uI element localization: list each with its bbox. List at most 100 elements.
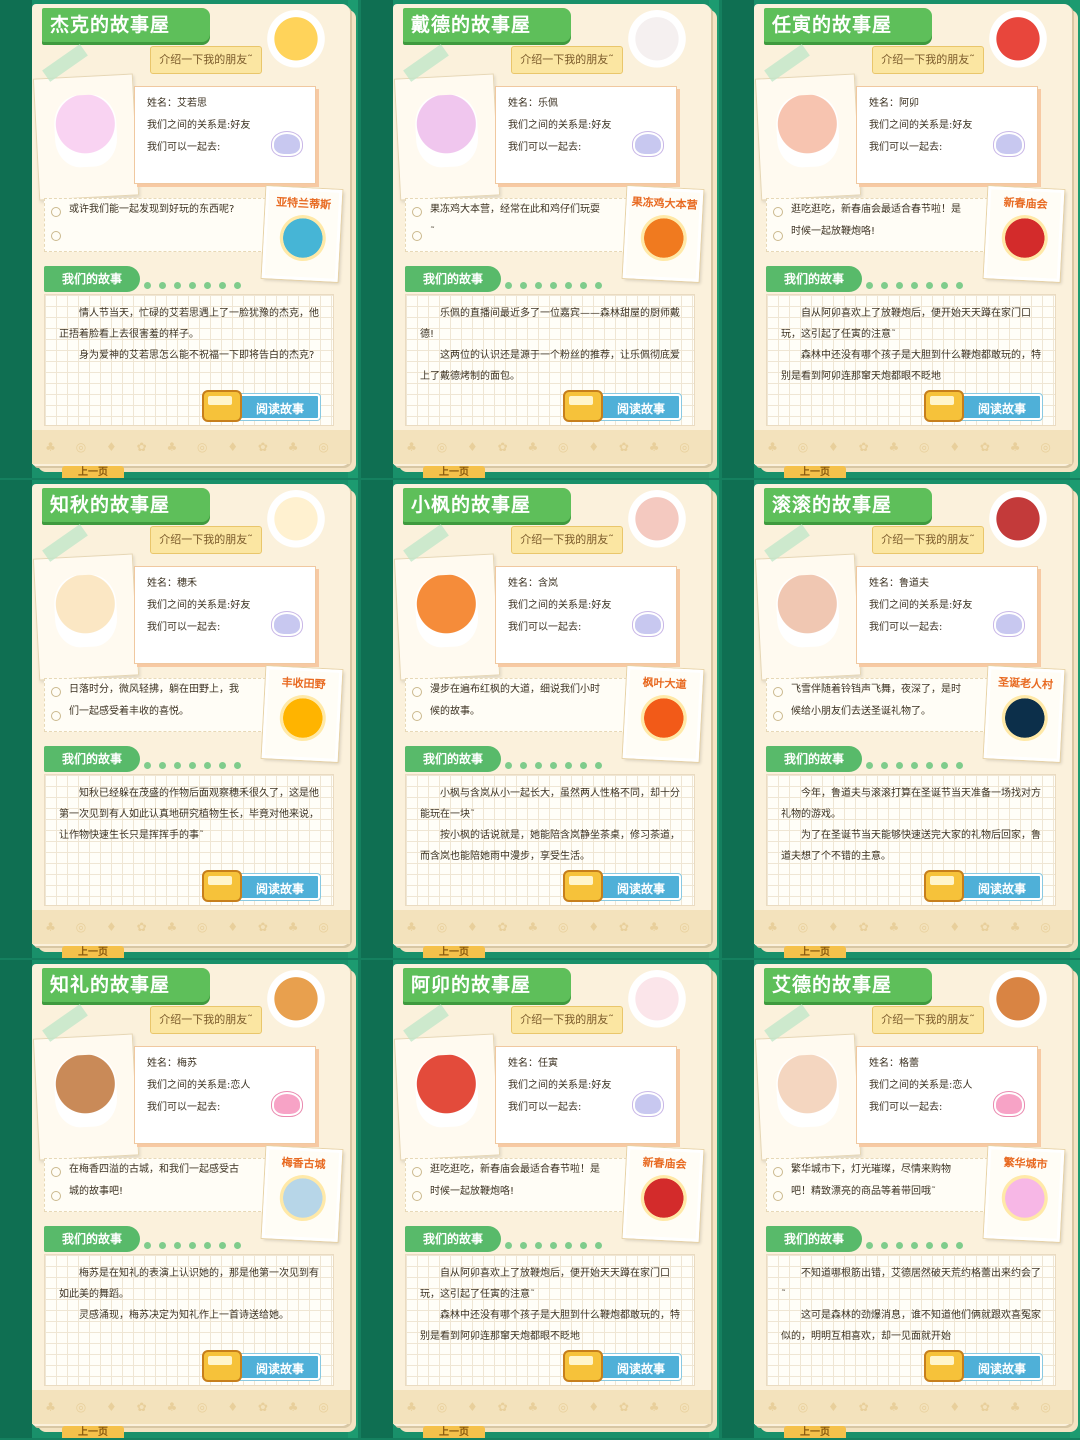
place-name: 圣诞老人村 xyxy=(997,675,1054,692)
read-story-button[interactable]: 阅读故事 xyxy=(924,390,1042,422)
story-house-card: 戴德的故事屋 介绍一下我的朋友˜ 姓名：乐佩 我们之间的关系是:好友 我们可以一… xyxy=(361,0,719,478)
story-house-card: 知秋的故事屋 介绍一下我的朋友˜ 姓名：穗禾 我们之间的关系是:好友 我们可以一… xyxy=(0,480,358,958)
read-story-button[interactable]: 阅读故事 xyxy=(202,390,320,422)
place-card[interactable]: 梅香古城 xyxy=(261,1146,343,1242)
story-paper: 杰克的故事屋 介绍一下我的朋友˜ 姓名：艾若思 我们之间的关系是:好友 我们可以… xyxy=(32,4,350,466)
read-story-label: 阅读故事 xyxy=(616,402,665,416)
read-story-button[interactable]: 阅读故事 xyxy=(563,390,681,422)
friend-name: 姓名：梅苏 xyxy=(147,1058,197,1069)
friend-icon xyxy=(994,612,1024,636)
prev-page-button[interactable]: 上一页 xyxy=(784,466,846,478)
dots-decoration xyxy=(505,274,633,289)
place-name: 亚特兰蒂斯 xyxy=(275,195,332,212)
place-name: 果冻鸡大本营 xyxy=(631,195,698,212)
note-holes xyxy=(412,1167,422,1207)
unicorn-icon xyxy=(52,93,119,169)
place-card[interactable]: 新春庙会 xyxy=(983,186,1065,282)
our-story-label: 我们的故事 xyxy=(44,746,140,772)
note-holes xyxy=(51,207,61,247)
place-card[interactable]: 新春庙会 xyxy=(622,1146,704,1242)
place-card[interactable]: 果冻鸡大本营 xyxy=(622,186,704,282)
fawn-icon xyxy=(52,1053,119,1129)
prev-page-button[interactable]: 上一页 xyxy=(62,466,124,478)
dress-icon xyxy=(1000,1173,1049,1223)
love-icon xyxy=(272,1092,302,1116)
read-story-button[interactable]: 阅读故事 xyxy=(563,870,681,902)
story-paragraph: 这可是森林的劲爆消息，谁不知道他们俩就跟欢喜冤家似的，明明互相喜欢，却一见面就开… xyxy=(781,1310,1041,1342)
our-story-label: 我们的故事 xyxy=(405,266,501,292)
place-card[interactable]: 繁华城市 xyxy=(983,1146,1065,1242)
read-story-label: 阅读故事 xyxy=(616,1362,665,1376)
story-house-card: 知礼的故事屋 介绍一下我的朋友˜ 姓名：梅苏 我们之间的关系是:恋人 我们可以一… xyxy=(0,960,358,1438)
place-note: 在梅香四溢的古城，和我们一起感受古城的故事吧! xyxy=(44,1158,276,1212)
story-paragraph: 森林中还没有哪个孩子是大胆到什么鞭炮都敢玩的，特别是看到阿卯连那窜天炮都眼不眨地 xyxy=(781,350,1041,382)
story-house-title: 杰克的故事屋 xyxy=(42,8,211,42)
story-paragraph: 乐佩的直播间最近多了一位嘉宾——森林甜屋的厨师戴德! xyxy=(420,308,680,340)
story-text: 小枫与含岚从小一起长大，虽然两人性格不同，却十分能玩在一块˜ 按小枫的话说就是，她… xyxy=(420,783,682,867)
story-paragraph: 自从阿卯喜欢上了放鞭炮后，便开始天天蹲在家门口玩，这引起了任寅的注意˜ xyxy=(781,308,1031,340)
dots-decoration xyxy=(144,1234,272,1249)
read-story-button[interactable]: 阅读故事 xyxy=(202,870,320,902)
dots-decoration xyxy=(866,754,994,769)
read-story-button[interactable]: 阅读故事 xyxy=(924,1350,1042,1382)
sheep-icon xyxy=(264,490,328,554)
place-note: 日落时分，微风轻拂，躺在田野上，我们一起感受着丰收的喜悦。 xyxy=(44,678,276,732)
story-text: 不知道哪根筋出错，艾德居然破天荒约格蕾出来约会了˜ 这可是森林的劲爆消息，谁不知道… xyxy=(781,1263,1043,1347)
story-paper: 知秋的故事屋 介绍一下我的朋友˜ 姓名：穗禾 我们之间的关系是:好友 我们可以一… xyxy=(32,484,350,946)
intro-tab: 介绍一下我的朋友˜ xyxy=(511,46,623,74)
friend-portrait xyxy=(393,1033,501,1161)
story-paragraph: 知秋已经躲在茂盛的作物后面观察穗禾很久了，这是他第一次见到有人如此认真地研究植物… xyxy=(59,788,319,841)
friend-portrait xyxy=(393,73,501,201)
book-spine xyxy=(722,480,754,958)
read-story-button[interactable]: 阅读故事 xyxy=(563,1350,681,1382)
story-house-title: 戴德的故事屋 xyxy=(403,8,572,42)
story-text: 今年，鲁道夫与滚滚打算在圣诞节当天准备一场找对方礼物的游戏。 为了在圣诞节当天能够… xyxy=(781,783,1043,867)
deer-icon xyxy=(52,573,119,649)
relation-text: 我们之间的关系是:好友 xyxy=(147,600,251,611)
our-story-label: 我们的故事 xyxy=(405,1226,501,1252)
story-paper: 滚滚的故事屋 介绍一下我的朋友˜ 姓名：鲁道夫 我们之间的关系是:好友 我们可以… xyxy=(754,484,1072,946)
book-spine xyxy=(722,960,754,1438)
read-story-button[interactable]: 阅读故事 xyxy=(924,870,1042,902)
prev-page-button[interactable]: 上一页 xyxy=(62,1426,124,1438)
place-card[interactable]: 枫叶大道 xyxy=(622,666,704,762)
place-name: 枫叶大道 xyxy=(642,675,687,692)
prev-page-button[interactable]: 上一页 xyxy=(62,946,124,958)
prev-page-button[interactable]: 上一页 xyxy=(423,466,485,478)
story-house-card: 小枫的故事屋 介绍一下我的朋友˜ 姓名：含岚 我们之间的关系是:好友 我们可以一… xyxy=(361,480,719,958)
place-card[interactable]: 丰收田野 xyxy=(261,666,343,762)
squirrel-icon xyxy=(413,573,480,649)
place-card[interactable]: 亚特兰蒂斯 xyxy=(261,186,343,282)
intro-tab: 介绍一下我的朋友˜ xyxy=(511,526,623,554)
read-story-button[interactable]: 阅读故事 xyxy=(202,1350,320,1382)
footer-pattern: ♣ ◎ ♦ ✿ ♣ ◎ ♦ ✿ ♣ ◎ ♦ ✿ xyxy=(393,430,711,464)
friend-name: 姓名：艾若思 xyxy=(147,98,207,109)
bus-icon xyxy=(924,1350,964,1382)
friend-portrait xyxy=(754,553,862,681)
intro-tab: 介绍一下我的朋友˜ xyxy=(150,1006,262,1034)
note-holes xyxy=(773,1167,783,1207)
friend-icon xyxy=(633,132,663,156)
friend-name: 姓名：鲁道夫 xyxy=(869,578,929,589)
book-spine xyxy=(0,480,32,958)
friend-name: 姓名：任寅 xyxy=(508,1058,558,1069)
prev-page-button[interactable]: 上一页 xyxy=(784,1426,846,1438)
story-house-title: 知秋的故事屋 xyxy=(42,488,211,522)
story-house-card: 任寅的故事屋 介绍一下我的朋友˜ 姓名：阿卯 我们之间的关系是:好友 我们可以一… xyxy=(722,0,1080,478)
story-paragraph: 为了在圣诞节当天能够快速送完大家的礼物后回家，鲁道夫想了个不错的主意。 xyxy=(781,830,1041,862)
bus-icon xyxy=(924,870,964,902)
relation-text: 我们之间的关系是:恋人 xyxy=(869,1080,973,1091)
place-name: 丰收田野 xyxy=(281,675,326,692)
read-story-label: 阅读故事 xyxy=(255,1362,304,1376)
tiger-icon xyxy=(413,1053,480,1129)
prev-page-button[interactable]: 上一页 xyxy=(423,1426,485,1438)
friend-name: 姓名：格蕾 xyxy=(869,1058,919,1069)
bus-icon xyxy=(563,1350,603,1382)
tiger-icon xyxy=(986,10,1050,74)
place-card[interactable]: 圣诞老人村 xyxy=(983,666,1065,762)
opera-icon xyxy=(264,970,328,1034)
prev-page-button[interactable]: 上一页 xyxy=(423,946,485,958)
footer-pattern: ♣ ◎ ♦ ✿ ♣ ◎ ♦ ✿ ♣ ◎ ♦ ✿ xyxy=(754,910,1072,944)
bus-icon xyxy=(202,870,242,902)
prev-page-button[interactable]: 上一页 xyxy=(784,946,846,958)
